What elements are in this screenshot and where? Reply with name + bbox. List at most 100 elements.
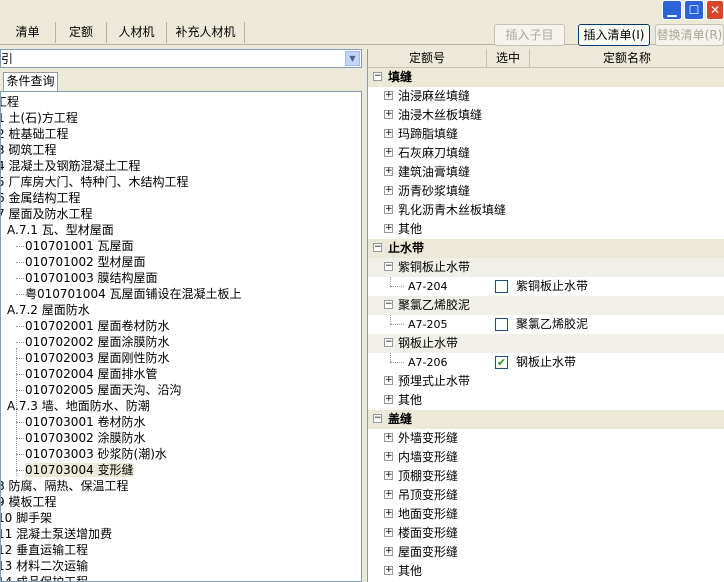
select-checkbox[interactable] (495, 318, 508, 331)
category-row[interactable]: + 石灰麻刀填缝 (368, 144, 724, 163)
quota-row[interactable]: A7-206 ✔ 钢板止水带 (368, 353, 724, 372)
tree-item[interactable]: 010703002 涂膜防水 (25, 430, 146, 446)
column-header-code[interactable]: 定额号 (368, 49, 487, 68)
tab-condition-query[interactable]: 条件查询 (3, 72, 58, 91)
tab-labor-material[interactable]: 人材机 (107, 22, 167, 43)
category-row[interactable]: + 玛蹄脂填缝 (368, 125, 724, 144)
tab-extra-material[interactable]: 补充人材机 (167, 22, 245, 43)
tree-item[interactable]: 010702001 屋面卷材防水 (25, 318, 170, 334)
tree-item[interactable]: A.7.2 屋面防水 (7, 302, 90, 318)
tree-item[interactable]: 7 屋面及防水工程 (1, 206, 92, 222)
expand-icon[interactable]: + (384, 509, 393, 518)
tab-list[interactable]: 清单 (0, 22, 56, 43)
tree-item[interactable]: 010701001 瓦屋面 (25, 238, 134, 254)
select-checkbox[interactable] (495, 280, 508, 293)
minimize-button[interactable]: ▁ (662, 0, 682, 20)
column-header-name[interactable]: 定额名称 (530, 49, 724, 68)
category-row[interactable]: + 地面变形缝 (368, 505, 724, 524)
category-row[interactable]: + 楼面变形缝 (368, 524, 724, 543)
category-row[interactable]: + 沥青砂浆填缝 (368, 182, 724, 201)
expand-icon[interactable]: + (384, 547, 393, 556)
expand-icon[interactable]: + (384, 91, 393, 100)
collapse-icon[interactable]: − (373, 72, 382, 81)
group-row[interactable]: − 填缝 (368, 68, 724, 87)
group-row[interactable]: − 盖缝 (368, 410, 724, 429)
tree-item[interactable]: 010703004 变形缝 (25, 462, 134, 478)
group-row[interactable]: − 止水带 (368, 239, 724, 258)
tree-item[interactable]: 4 混凝土及钢筋混凝土工程 (1, 158, 140, 174)
category-row[interactable]: + 外墙变形缝 (368, 429, 724, 448)
tree-item[interactable]: 13 材料二次运输 (1, 558, 88, 574)
expand-icon[interactable]: + (384, 528, 393, 537)
tree-item[interactable]: 11 混凝土泵送增加费 (1, 526, 112, 542)
tree-item[interactable]: A.7.1 瓦、型材屋面 (7, 222, 114, 238)
expand-icon[interactable]: + (384, 186, 393, 195)
tree-item[interactable]: 工程 (1, 94, 19, 110)
tree-item[interactable]: 10 脚手架 (1, 510, 52, 526)
tree-item[interactable]: 粤010701004 瓦屋面铺设在混凝土板上 (25, 286, 242, 302)
quota-row[interactable]: A7-205 聚氯乙烯胶泥 (368, 315, 724, 334)
replace-list-button[interactable]: 替换清单(R) (655, 24, 724, 46)
expand-icon[interactable]: + (384, 433, 393, 442)
tree-item[interactable]: 010702002 屋面涂膜防水 (25, 334, 170, 350)
category-row[interactable]: + 顶棚变形缝 (368, 467, 724, 486)
tree-item[interactable]: 010702003 屋面刚性防水 (25, 350, 170, 366)
expand-icon[interactable]: + (384, 490, 393, 499)
expand-icon[interactable]: + (384, 376, 393, 385)
tree-item[interactable]: 3 砌筑工程 (1, 142, 56, 158)
tree-item[interactable]: 6 金属结构工程 (1, 190, 80, 206)
category-row[interactable]: + 乳化沥青木丝板填缝 (368, 201, 724, 220)
expand-icon[interactable]: + (384, 395, 393, 404)
expand-icon[interactable]: + (384, 452, 393, 461)
tree-item[interactable]: 010701003 膜结构屋面 (25, 270, 158, 286)
expand-icon[interactable]: + (384, 110, 393, 119)
category-row[interactable]: + 屋面变形缝 (368, 543, 724, 562)
column-header-selected[interactable]: 选中 (487, 49, 530, 68)
index-combo[interactable]: 引 ▼ (0, 49, 362, 68)
tree-item[interactable]: 8 防腐、隔热、保温工程 (1, 478, 128, 494)
collapse-icon[interactable]: − (384, 338, 393, 347)
expand-icon[interactable]: + (384, 471, 393, 480)
category-row[interactable]: + 其他 (368, 220, 724, 239)
maximize-button[interactable]: ☐ (684, 0, 704, 20)
collapse-icon[interactable]: − (384, 262, 393, 271)
expand-icon[interactable]: + (384, 566, 393, 575)
tree-item[interactable]: 1 土(石)方工程 (1, 110, 78, 126)
category-row[interactable]: + 其他 (368, 562, 724, 581)
insert-list-button[interactable]: 插入清单(I) (578, 24, 650, 46)
tree-item[interactable]: 010702005 屋面天沟、沿沟 (25, 382, 182, 398)
category-row[interactable]: + 吊顶变形缝 (368, 486, 724, 505)
tree-item[interactable]: 14 成品保护工程 (1, 574, 88, 581)
category-row[interactable]: + 其他 (368, 391, 724, 410)
category-row[interactable]: + 油浸木丝板填缝 (368, 106, 724, 125)
expand-icon[interactable]: + (384, 205, 393, 214)
tree-item[interactable]: 010701002 型材屋面 (25, 254, 146, 270)
tree-item[interactable]: 010702004 屋面排水管 (25, 366, 158, 382)
collapse-icon[interactable]: − (373, 414, 382, 423)
tree-item[interactable]: A.7.3 墙、地面防水、防潮 (7, 398, 150, 414)
category-row[interactable]: + 预埋式止水带 (368, 372, 724, 391)
quota-row[interactable]: A7-204 紫铜板止水带 (368, 277, 724, 296)
insert-child-button[interactable]: 插入子目 (494, 24, 565, 46)
subgroup-row[interactable]: − 聚氯乙烯胶泥 (368, 296, 724, 315)
collapse-icon[interactable]: − (384, 300, 393, 309)
tree-item[interactable]: 010703003 砂浆防(潮)水 (25, 446, 167, 462)
category-row[interactable]: + 油浸麻丝填缝 (368, 87, 724, 106)
subgroup-row[interactable]: − 钢板止水带 (368, 334, 724, 353)
expand-icon[interactable]: + (384, 129, 393, 138)
chevron-down-icon[interactable]: ▼ (345, 51, 360, 66)
tree-item[interactable]: 9 模板工程 (1, 494, 56, 510)
subgroup-row[interactable]: − 紫铜板止水带 (368, 258, 724, 277)
expand-icon[interactable]: + (384, 167, 393, 176)
tree-item[interactable]: 2 桩基础工程 (1, 126, 68, 142)
tree-item[interactable]: 12 垂直运输工程 (1, 542, 88, 558)
category-row[interactable]: + 内墙变形缝 (368, 448, 724, 467)
tree-item[interactable]: 010703001 卷材防水 (25, 414, 146, 430)
expand-icon[interactable]: + (384, 148, 393, 157)
close-button[interactable]: ✕ (706, 0, 724, 20)
checked-checkbox[interactable]: ✔ (495, 356, 508, 369)
category-row[interactable]: + 建筑油膏填缝 (368, 163, 724, 182)
tree-item[interactable]: 5 厂库房大门、特种门、木结构工程 (1, 174, 188, 190)
expand-icon[interactable]: + (384, 224, 393, 233)
collapse-icon[interactable]: − (373, 243, 382, 252)
